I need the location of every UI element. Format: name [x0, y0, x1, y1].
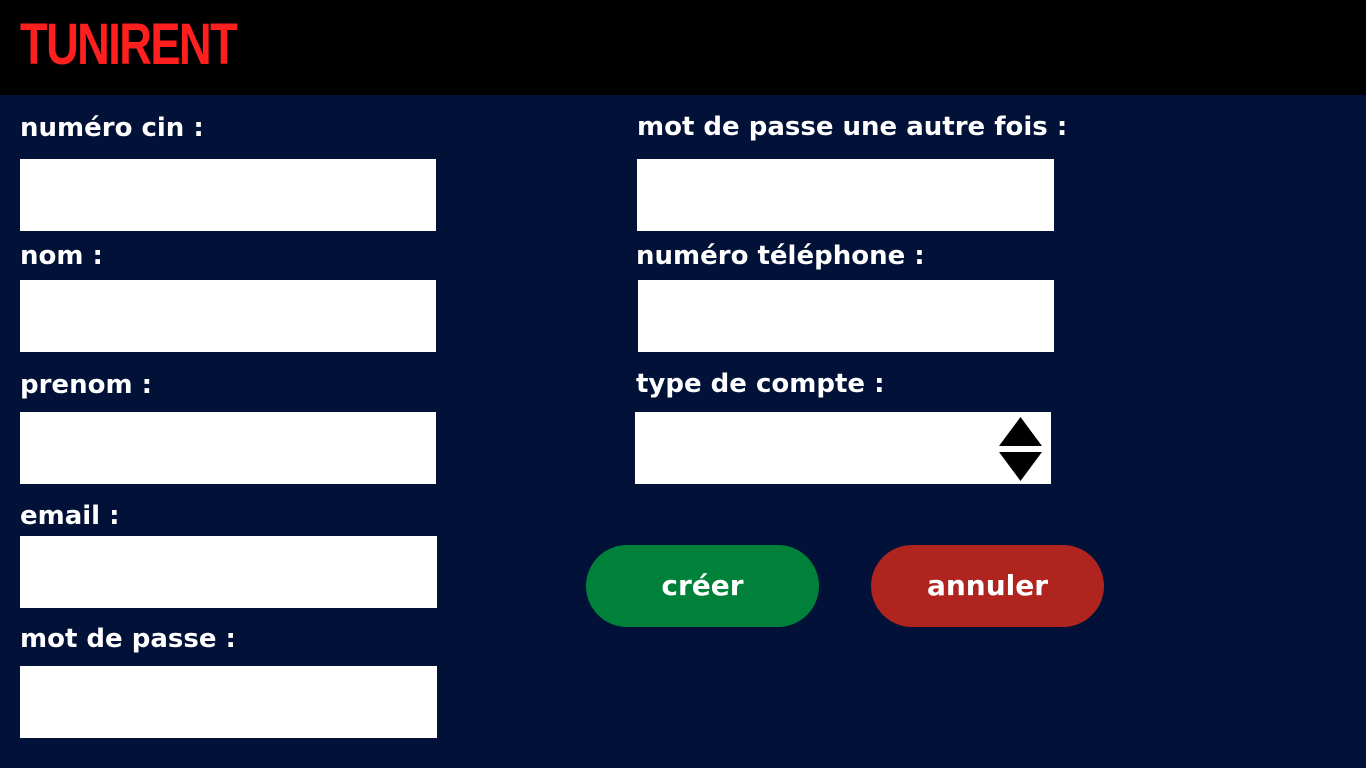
nom-input[interactable]: [20, 280, 436, 352]
up-down-arrows-icon[interactable]: [999, 417, 1042, 481]
create-button[interactable]: créer: [586, 545, 819, 627]
app-header: TUNIRENT: [0, 0, 1366, 95]
cin-input[interactable]: [20, 159, 436, 231]
password-confirm-input[interactable]: [637, 159, 1054, 231]
cin-label: numéro cin :: [20, 113, 204, 143]
app-logo: TUNIRENT: [20, 12, 238, 77]
email-input[interactable]: [20, 536, 437, 608]
nom-label: nom :: [20, 241, 103, 271]
account-type-select[interactable]: [635, 412, 1051, 484]
prenom-label: prenom :: [20, 370, 152, 400]
prenom-input[interactable]: [20, 412, 436, 484]
cancel-button[interactable]: annuler: [871, 545, 1104, 627]
email-label: email :: [20, 501, 120, 531]
telephone-input[interactable]: [638, 280, 1054, 352]
password-label: mot de passe :: [20, 624, 236, 654]
password-input[interactable]: [20, 666, 437, 738]
password-confirm-label: mot de passe une autre fois :: [637, 112, 1068, 142]
account-type-label: type de compte :: [636, 369, 885, 399]
telephone-label: numéro téléphone :: [636, 241, 925, 271]
